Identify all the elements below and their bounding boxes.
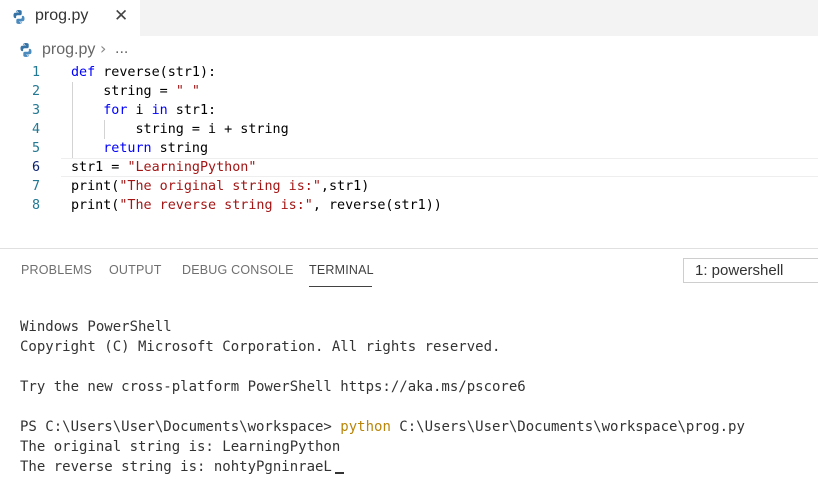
terminal-line: The original string is: LearningPython [20, 439, 341, 455]
breadcrumb: prog.py › ... [0, 37, 818, 63]
tab-debug-console[interactable]: DEBUG CONSOLE [182, 263, 294, 277]
code-token: string [151, 141, 209, 156]
terminal-cursor [334, 472, 344, 474]
line-number: 7 [31, 179, 40, 194]
code-token: i [127, 103, 152, 118]
code-text: for i in str1: [71, 101, 216, 120]
tab-output[interactable]: OUTPUT [109, 263, 162, 277]
terminal-select[interactable]: 1: powershell [683, 258, 818, 283]
python-file-icon [13, 10, 25, 24]
line-number: 8 [31, 198, 40, 213]
chevron-right-icon: › [100, 39, 107, 58]
python-file-icon [20, 43, 32, 57]
active-tab-indicator [309, 286, 372, 287]
vscode-window: prog.py ✕ prog.py › ... 1 def reverse(str… [0, 0, 818, 480]
code-text: print("The reverse string is:", reverse(… [71, 196, 442, 215]
close-icon[interactable]: ✕ [114, 6, 128, 26]
code-token: reverse(str1): [95, 65, 217, 80]
code-string: "The reverse string is:" [119, 198, 313, 213]
code-token: string = [71, 84, 176, 99]
terminal-line: Windows PowerShell [20, 319, 172, 335]
line-number: 2 [31, 84, 40, 99]
code-text: return string [71, 139, 208, 158]
breadcrumb-file[interactable]: prog.py [42, 41, 95, 59]
line-number: 4 [31, 122, 40, 137]
tab-label: prog.py [35, 7, 89, 24]
line-number: 6 [31, 160, 40, 175]
tab-problems[interactable]: PROBLEMS [21, 263, 92, 277]
terminal-output-text: The reverse string is: nohtyPgninraeL [20, 459, 332, 475]
code-keyword: def [71, 65, 96, 80]
terminal-line: The reverse string is: nohtyPgninraeL [20, 457, 344, 477]
code-text: string = " " [71, 82, 200, 101]
code-token: str1 = [71, 160, 128, 175]
terminal-command-arg: C:\Users\User\Documents\workspace\prog.p… [390, 419, 745, 435]
line-number: 5 [31, 141, 40, 156]
code-string: "The original string is:" [119, 179, 321, 194]
code-line[interactable]: 4 string = i + string [0, 120, 818, 139]
tab-terminal[interactable]: TERMINAL [309, 263, 374, 277]
code-token: ,str1) [320, 179, 370, 194]
code-text: def reverse(str1): [71, 63, 216, 82]
code-string: " " [175, 84, 200, 99]
terminal-command-line: PS C:\Users\User\Documents\workspace> py… [20, 417, 745, 437]
editor-tab-bar: prog.py ✕ [0, 0, 818, 36]
bottom-panel: PROBLEMS OUTPUT DEBUG CONSOLE TERMINAL 1… [0, 248, 818, 480]
line-number: 1 [31, 65, 40, 80]
code-token: string = i + string [71, 122, 289, 137]
code-line[interactable]: 7 print("The original string is:",str1) [0, 177, 818, 196]
code-token: , reverse(str1)) [312, 198, 442, 213]
terminal-line: Copyright (C) Microsoft Corporation. All… [20, 339, 501, 355]
code-token: print( [71, 179, 120, 194]
terminal-command: python [340, 419, 391, 435]
terminal-select-value: 1: powershell [695, 262, 784, 279]
code-line[interactable]: 6 str1 = "LearningPython" [0, 158, 818, 177]
line-number: 3 [31, 103, 40, 118]
code-token: print( [71, 198, 120, 213]
code-text: string = i + string [71, 120, 289, 139]
code-text: str1 = "LearningPython" [71, 158, 256, 177]
code-keyword: in [151, 103, 168, 118]
code-line[interactable]: 2 string = " " [0, 82, 818, 101]
editor-tab-prog-py[interactable]: prog.py ✕ [0, 0, 140, 36]
code-token: str1: [167, 103, 217, 118]
code-line[interactable]: 3 for i in str1: [0, 101, 818, 120]
code-string: "LearningPython" [127, 160, 257, 175]
code-keyword: return [103, 141, 152, 156]
code-editor[interactable]: 1 def reverse(str1): 2 string = " " 3 for i… [0, 63, 818, 223]
terminal-prompt: PS C:\Users\User\Documents\workspace> [20, 419, 341, 435]
code-line[interactable]: 8 print("The reverse string is:", reverse… [0, 196, 818, 215]
code-line[interactable]: 1 def reverse(str1): [0, 63, 818, 82]
terminal-line: Try the new cross-platform PowerShell ht… [20, 379, 526, 395]
code-line[interactable]: 5 return string [0, 139, 818, 158]
code-keyword: for [103, 103, 128, 118]
code-text: print("The original string is:",str1) [71, 177, 369, 196]
breadcrumb-more[interactable]: ... [115, 40, 128, 58]
